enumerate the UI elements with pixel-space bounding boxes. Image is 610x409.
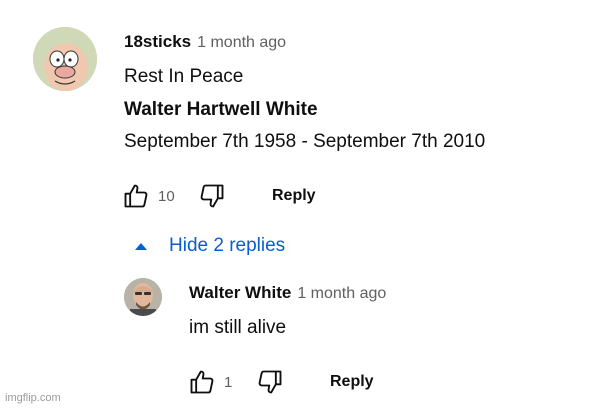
comment-line-3: September 7th 1958 - September 7th 2010: [124, 131, 486, 152]
thumbs-down-icon: [200, 184, 224, 208]
dislike-button[interactable]: [196, 180, 228, 212]
reply-author[interactable]: Walter White: [189, 283, 291, 302]
thumbs-up-icon: [190, 370, 214, 394]
reply-reply-button[interactable]: Reply: [330, 373, 374, 391]
thumbs-up-icon: [124, 184, 148, 208]
reply-like-count: 1: [224, 373, 233, 391]
thumbs-down-icon: [258, 370, 282, 394]
hide-replies-label: Hide 2 replies: [169, 235, 286, 256]
comment-line-2: Walter Hartwell White: [124, 99, 318, 120]
watermark: imgflip.com: [5, 392, 61, 404]
bald-man-avatar-icon: [124, 278, 162, 316]
reply-text: im still alive: [189, 317, 287, 338]
reply-dislike-button[interactable]: [254, 366, 286, 398]
reply-actions: 1 Reply: [186, 366, 374, 398]
commenter-avatar[interactable]: [33, 27, 97, 91]
reply-avatar[interactable]: [124, 278, 162, 316]
like-button[interactable]: [120, 180, 152, 212]
reply-time[interactable]: 1 month ago: [297, 285, 386, 302]
comment-time[interactable]: 1 month ago: [197, 34, 286, 51]
like-count: 10: [158, 187, 175, 205]
reply-like-button[interactable]: [186, 366, 218, 398]
comment-line-1: Rest In Peace: [124, 66, 244, 87]
hide-replies-button[interactable]: Hide 2 replies: [135, 235, 285, 257]
comment-header: 18sticks 1 month ago: [124, 32, 286, 52]
reply-button[interactable]: Reply: [272, 187, 316, 205]
reply-header: Walter White 1 month ago: [189, 283, 386, 303]
comment-author[interactable]: 18sticks: [124, 32, 191, 51]
comment-actions: 10 Reply: [120, 180, 316, 212]
cartoon-face-avatar-icon: [33, 27, 97, 91]
caret-up-icon: [135, 242, 147, 250]
